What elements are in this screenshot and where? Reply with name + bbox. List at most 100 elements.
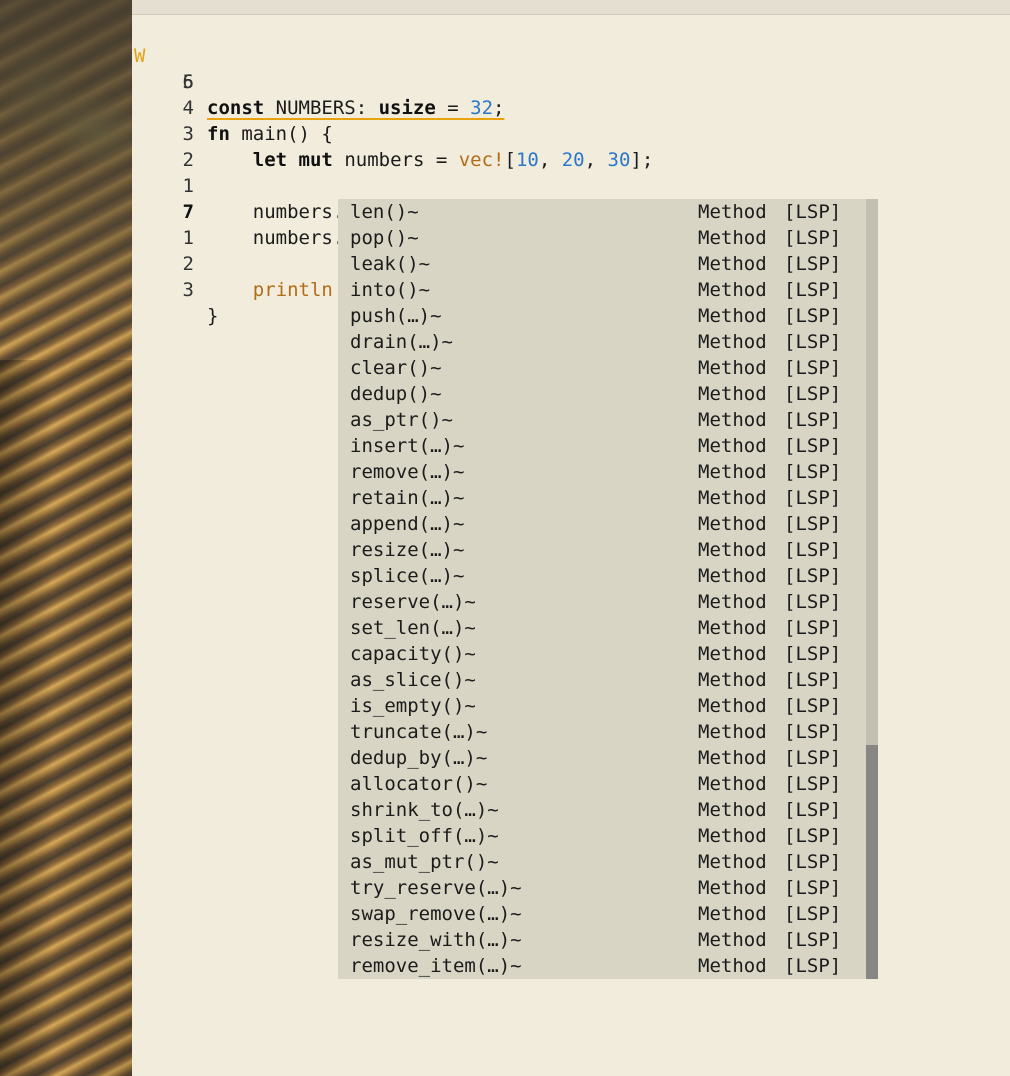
completion-item[interactable]: resize(…)~ Method [LSP] <box>338 537 866 563</box>
editor-line[interactable]: 1 numbers.push(10); <box>132 147 448 223</box>
completion-item[interactable]: insert(…)~ Method [LSP] <box>338 433 866 459</box>
completion-item[interactable]: clear()~ Method [LSP] <box>338 355 866 381</box>
completion-item[interactable]: into()~ Method [LSP] <box>338 277 866 303</box>
completion-item-kind: Method <box>698 877 767 899</box>
editor-line[interactable]: 3 } <box>132 251 219 327</box>
completion-item-source: [LSP] <box>784 955 842 977</box>
editor-line[interactable]: 1 <box>132 199 194 249</box>
completion-item-source: [LSP] <box>784 669 842 691</box>
editor-line[interactable]: W 6 const NUMBERS: usize = 32; <box>132 17 504 119</box>
completion-item-source: [LSP] <box>784 201 842 223</box>
completion-item[interactable]: splice(…)~ Method [LSP] <box>338 563 866 589</box>
completion-item-source: [LSP] <box>784 539 842 561</box>
code-token: 32 <box>470 97 494 119</box>
completion-item[interactable]: len()~ Method [LSP] <box>338 199 866 225</box>
completion-item[interactable]: retain(…)~ Method [LSP] <box>338 485 866 511</box>
completion-item-label: append(…)~ <box>350 513 465 535</box>
editor-line[interactable]: 5 <box>132 43 194 93</box>
line-code: const NUMBERS: usize = 32; <box>207 95 504 121</box>
completion-item-kind: Method <box>698 435 767 457</box>
completion-item-source: [LSP] <box>784 435 842 457</box>
completion-item-label: remove_item(…)~ <box>350 955 522 977</box>
completion-scrollbar[interactable] <box>866 199 878 979</box>
completion-item[interactable]: swap_remove(…)~ Method [LSP] <box>338 901 866 927</box>
completion-item-label: drain(…)~ <box>350 331 453 353</box>
completion-item[interactable]: drain(…)~ Method [LSP] <box>338 329 866 355</box>
completion-item[interactable]: resize_with(…)~ Method [LSP] <box>338 927 866 953</box>
completion-item-source: [LSP] <box>784 461 842 483</box>
completion-item-label: as_mut_ptr()~ <box>350 851 499 873</box>
completion-item-label: resize(…)~ <box>350 539 465 561</box>
editor-line[interactable]: 2 println <box>132 225 333 301</box>
completion-item[interactable]: dedup_by(…)~ Method [LSP] <box>338 745 866 771</box>
completion-item-label: reserve(…)~ <box>350 591 476 613</box>
completion-item[interactable]: shrink_to(…)~ Method [LSP] <box>338 797 866 823</box>
completion-item-source: [LSP] <box>784 383 842 405</box>
completion-item-kind: Method <box>698 695 767 717</box>
completion-item-kind: Method <box>698 617 767 639</box>
completion-item-kind: Method <box>698 565 767 587</box>
completion-item-label: try_reserve(…)~ <box>350 877 522 899</box>
completion-item-kind: Method <box>698 669 767 691</box>
completion-item[interactable]: remove_item(…)~ Method [LSP] <box>338 953 866 979</box>
completion-item[interactable]: capacity()~ Method [LSP] <box>338 641 866 667</box>
completion-item[interactable]: push(…)~ Method [LSP] <box>338 303 866 329</box>
completion-item-label: splice(…)~ <box>350 565 465 587</box>
completion-item[interactable]: set_len(…)~ Method [LSP] <box>338 615 866 641</box>
completion-item-source: [LSP] <box>784 253 842 275</box>
completion-item-kind: Method <box>698 201 767 223</box>
completion-item-kind: Method <box>698 357 767 379</box>
completion-item[interactable]: as_mut_ptr()~ Method [LSP] <box>338 849 866 875</box>
line-code: let mut numbers = vec![10, 20, 30]; <box>207 147 654 173</box>
completion-item-label: dedup_by(…)~ <box>350 747 488 769</box>
code-token: 30 <box>607 149 631 171</box>
code-token: ; <box>493 97 505 119</box>
completion-item[interactable]: leak()~ Method [LSP] <box>338 251 866 277</box>
completion-item[interactable]: remove(…)~ Method [LSP] <box>338 459 866 485</box>
completion-item[interactable]: dedup()~ Method [LSP] <box>338 381 866 407</box>
completion-item[interactable]: try_reserve(…)~ Method [LSP] <box>338 875 866 901</box>
completion-item[interactable]: truncate(…)~ Method [LSP] <box>338 719 866 745</box>
completion-item-source: [LSP] <box>784 487 842 509</box>
completion-item-label: remove(…)~ <box>350 461 465 483</box>
completion-item[interactable]: allocator()~ Method [LSP] <box>338 771 866 797</box>
completion-item-source: [LSP] <box>784 409 842 431</box>
completion-item[interactable]: reserve(…)~ Method [LSP] <box>338 589 866 615</box>
editor-line[interactable]: 3 let mut numbers = vec![10, 20, 30]; <box>132 95 654 171</box>
completion-item-kind: Method <box>698 851 767 873</box>
completion-item-source: [LSP] <box>784 695 842 717</box>
completion-item-kind: Method <box>698 643 767 665</box>
completion-item-label: into()~ <box>350 279 431 301</box>
completion-item-label: push(…)~ <box>350 305 442 327</box>
code-token: , <box>538 149 562 171</box>
completion-item-source: [LSP] <box>784 565 842 587</box>
completion-item[interactable]: is_empty()~ Method [LSP] <box>338 693 866 719</box>
completion-item-source: [LSP] <box>784 799 842 821</box>
completion-item[interactable]: as_ptr()~ Method [LSP] <box>338 407 866 433</box>
completion-item-kind: Method <box>698 305 767 327</box>
code-token: usize <box>378 97 436 119</box>
completion-item[interactable]: split_off(…)~ Method [LSP] <box>338 823 866 849</box>
completion-item-kind: Method <box>698 929 767 951</box>
code-token: NUMBERS: <box>264 97 379 119</box>
completion-item-label: dedup()~ <box>350 383 442 405</box>
editor-line[interactable]: 4 fn main() { <box>132 69 333 145</box>
window-top-edge <box>132 0 1010 15</box>
editor-line-current[interactable]: 7 numbers. <box>132 173 347 249</box>
completion-item-kind: Method <box>698 903 767 925</box>
completion-popup[interactable]: len()~ Method [LSP] pop()~ Method [LSP] leak()… <box>338 199 878 979</box>
editor-line[interactable]: 2 <box>132 121 194 171</box>
completion-item-kind: Method <box>698 539 767 561</box>
completion-item[interactable]: append(…)~ Method [LSP] <box>338 511 866 537</box>
completion-scrollbar-thumb[interactable] <box>866 745 878 979</box>
completion-item-kind: Method <box>698 825 767 847</box>
line-number: 3 <box>182 279 194 301</box>
line-code: } <box>207 303 218 329</box>
code-token: let <box>252 149 288 171</box>
code-token: 10 <box>515 149 539 171</box>
code-editor[interactable]: W 6 const NUMBERS: usize = 32; 5 4 fn ma… <box>132 0 1010 1076</box>
completion-item-kind: Method <box>698 253 767 275</box>
completion-item[interactable]: as_slice()~ Method [LSP] <box>338 667 866 693</box>
completion-item[interactable]: pop()~ Method [LSP] <box>338 225 866 251</box>
